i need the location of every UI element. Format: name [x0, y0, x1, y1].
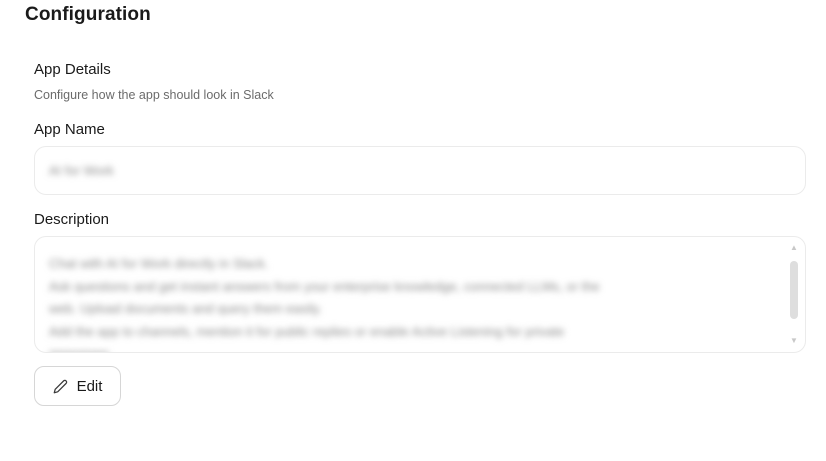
description-line: Add the app to channels, mention it for …	[49, 323, 565, 339]
section-title: App Details	[34, 61, 111, 78]
scroll-down-icon[interactable]: ▼	[789, 336, 799, 346]
edit-button-label: Edit	[76, 377, 103, 395]
page-title: Configuration	[25, 4, 151, 25]
scroll-up-icon[interactable]: ▲	[789, 243, 799, 253]
pencil-icon	[53, 379, 68, 394]
app-name-label: App Name	[34, 121, 105, 138]
description-line: web. Upload documents and query them eas…	[49, 301, 322, 316]
description-line: Ask questions and get instant answers fr…	[49, 278, 600, 294]
app-name-value: AI for Work	[49, 163, 114, 178]
description-label: Description	[34, 211, 110, 228]
description-scrollbar[interactable]: ▲ ▼	[789, 243, 799, 346]
edit-button[interactable]: Edit	[34, 366, 121, 406]
app-name-input[interactable]: AI for Work	[34, 146, 806, 195]
scroll-thumb[interactable]	[790, 261, 798, 319]
description-line: responses.	[49, 343, 765, 352]
section-subtitle: Configure how the app should look in Sla…	[34, 88, 274, 102]
configuration-page: Configuration App Details Configure how …	[0, 0, 826, 461]
description-line: Chat with AI for Work directly in Slack.	[49, 256, 269, 271]
description-textarea[interactable]: Chat with AI for Work directly in Slack.…	[34, 236, 806, 353]
description-text: Chat with AI for Work directly in Slack.…	[49, 253, 765, 352]
